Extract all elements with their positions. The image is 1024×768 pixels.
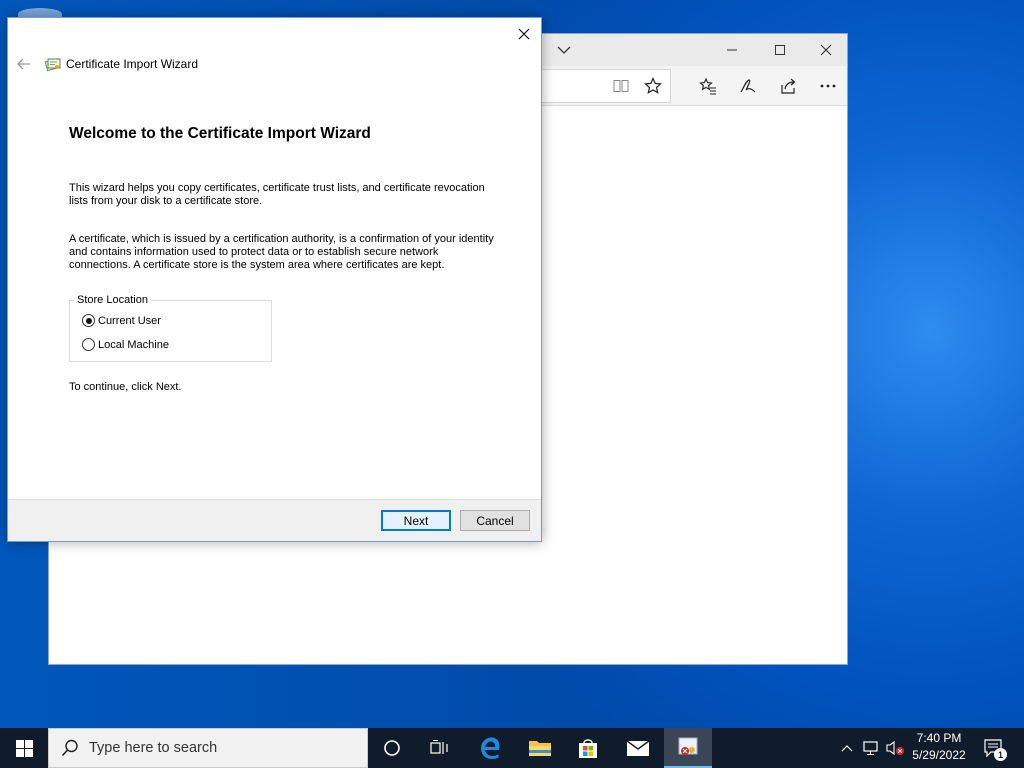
page-heading: Welcome to the Certificate Import Wizard	[69, 125, 371, 142]
intro-paragraph: This wizard helps you copy certificates,…	[69, 182, 509, 208]
pen-icon[interactable]	[735, 73, 761, 99]
reading-view-icon[interactable]	[608, 73, 634, 99]
store-location-group	[69, 300, 272, 362]
certificate-import-wizard-dialog[interactable]: Certificate Import Wizard Welcome to the…	[7, 17, 542, 542]
radio-label[interactable]: Current User	[98, 315, 161, 327]
certificate-icon	[44, 55, 62, 73]
task-view-icon[interactable]	[416, 728, 464, 768]
description-line: and contains information used to protect…	[69, 246, 439, 258]
windows-start-icon[interactable]	[0, 728, 48, 768]
intro-line: lists from your disk to a certificate st…	[69, 195, 263, 207]
volume-muted-icon[interactable]	[884, 728, 906, 768]
certificate-wizard-taskbar-icon[interactable]	[664, 728, 712, 768]
search-placeholder[interactable]: Type here to search	[89, 740, 217, 756]
chevron-down-icon[interactable]	[541, 34, 587, 66]
dialog-footer: Next Cancel	[8, 499, 541, 541]
cancel-button[interactable]: Cancel	[460, 510, 530, 531]
intro-line: This wizard helps you copy certificates,…	[69, 182, 485, 194]
close-icon[interactable]	[803, 34, 849, 66]
cortana-icon[interactable]	[368, 728, 416, 768]
mail-icon[interactable]	[614, 728, 662, 768]
favorite-star-icon[interactable]	[640, 73, 666, 99]
taskbar-search-box[interactable]: Type here to search	[48, 728, 368, 768]
radio-button-checked[interactable]	[82, 314, 95, 327]
radio-label[interactable]: Local Machine	[98, 339, 169, 351]
next-button[interactable]: Next	[381, 510, 451, 531]
continue-instruction: To continue, click Next.	[69, 381, 182, 393]
radio-current-user[interactable]: Current User	[82, 314, 161, 327]
chevron-up-icon[interactable]	[838, 728, 856, 768]
store-location-label: Store Location	[74, 294, 151, 306]
taskbar: Type here to search 7:40 PM 5/29/2022 1	[0, 728, 1024, 768]
back-arrow-icon[interactable]	[16, 56, 34, 72]
maximize-icon[interactable]	[757, 34, 803, 66]
edge-browser-icon[interactable]	[466, 728, 514, 768]
certificate-description-paragraph: A certificate, which is issued by a cert…	[69, 233, 509, 272]
network-icon[interactable]	[860, 728, 882, 768]
more-icon[interactable]	[815, 73, 841, 99]
minimize-icon[interactable]	[709, 34, 755, 66]
dialog-title: Certificate Import Wizard	[66, 57, 199, 71]
search-icon	[61, 739, 79, 757]
notification-count-badge: 1	[994, 748, 1007, 761]
clock-date: 5/29/2022	[912, 748, 966, 762]
description-line: connections. A certificate store is the …	[69, 259, 445, 271]
file-explorer-icon[interactable]	[516, 728, 564, 768]
close-icon[interactable]	[507, 18, 541, 50]
favorites-hub-icon[interactable]	[695, 73, 721, 99]
description-line: A certificate, which is issued by a cert…	[69, 233, 494, 245]
share-icon[interactable]	[775, 73, 801, 99]
microsoft-store-icon[interactable]	[564, 728, 612, 768]
notification-center-icon[interactable]: 1	[980, 728, 1008, 768]
clock-time: 7:40 PM	[916, 731, 962, 745]
system-clock[interactable]: 7:40 PM 5/29/2022	[904, 730, 974, 764]
radio-local-machine[interactable]: Local Machine	[82, 338, 169, 351]
radio-button[interactable]	[82, 338, 95, 351]
